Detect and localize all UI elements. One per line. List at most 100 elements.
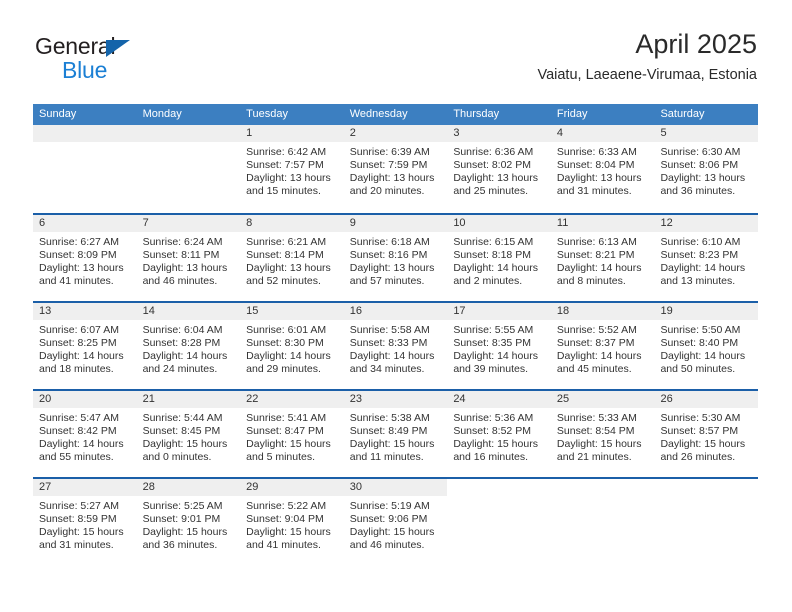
sunrise-text: Sunrise: 6:13 AM (556, 236, 637, 248)
day-cell[interactable]: 19 Sunrise: 5:50 AM Sunset: 8:40 PM Dayligh… (654, 303, 759, 389)
sunset-text: Sunset: 8:49 PM (349, 425, 428, 437)
triangle-logo-icon (106, 40, 130, 57)
weekday-header-row: Sunday Monday Tuesday Wednesday Thursday… (33, 104, 758, 125)
day-detail: Sunrise: 5:50 AM Sunset: 8:40 PM Daylight:… (654, 320, 758, 376)
brand-name-blue: Blue (62, 57, 108, 83)
sunset-text: Sunset: 8:54 PM (556, 425, 635, 437)
day-cell[interactable]: 16 Sunrise: 5:58 AM Sunset: 8:33 PM Dayligh… (343, 303, 448, 389)
sunrise-text: Sunrise: 6:15 AM (453, 236, 534, 248)
sunrise-text: Sunrise: 6:24 AM (142, 236, 223, 248)
sunrise-text: Sunrise: 6:36 AM (453, 146, 534, 158)
day-detail: Sunrise: 6:07 AM Sunset: 8:25 PM Daylight:… (33, 320, 137, 376)
day-cell[interactable]: 13 Sunrise: 6:07 AM Sunset: 8:25 PM Dayligh… (33, 303, 137, 389)
day-number (33, 125, 137, 142)
day-cell[interactable]: 20 Sunrise: 5:47 AM Sunset: 8:42 PM Dayligh… (33, 391, 137, 477)
page-header: General Blue April 2025 Vaiatu, Laeaene-… (0, 0, 792, 100)
day-detail: Sunrise: 6:15 AM Sunset: 8:18 PM Daylight:… (447, 232, 551, 288)
sunset-text: Sunset: 8:04 PM (556, 159, 635, 171)
sunset-text: Sunset: 9:01 PM (142, 513, 221, 525)
day-cell-empty (447, 479, 551, 565)
day-detail: Sunrise: 5:47 AM Sunset: 8:42 PM Daylight:… (33, 408, 137, 464)
daylight-text: Daylight: 13 hours (660, 172, 746, 184)
day-cell[interactable]: 23 Sunrise: 5:38 AM Sunset: 8:49 PM Dayligh… (343, 391, 448, 477)
daylight-text-cont: and 0 minutes. (142, 451, 212, 463)
sunset-text: Sunset: 8:16 PM (349, 249, 428, 261)
day-cell-empty (33, 125, 137, 213)
day-cell[interactable]: 22 Sunrise: 5:41 AM Sunset: 8:47 PM Dayligh… (240, 391, 344, 477)
day-cell[interactable]: 17 Sunrise: 5:55 AM Sunset: 8:35 PM Dayligh… (447, 303, 551, 389)
day-detail: Sunrise: 6:42 AM Sunset: 7:57 PM Daylight:… (240, 142, 344, 198)
day-number: 29 (240, 479, 344, 496)
day-detail: Sunrise: 5:38 AM Sunset: 8:49 PM Daylight:… (344, 408, 448, 464)
day-cell[interactable]: 27 Sunrise: 5:27 AM Sunset: 8:59 PM Dayligh… (33, 479, 137, 565)
daylight-text-cont: and 31 minutes. (39, 539, 114, 551)
daylight-text-cont: and 26 minutes. (660, 451, 736, 463)
sunrise-text: Sunrise: 5:58 AM (349, 324, 430, 336)
daylight-text: Daylight: 15 hours (39, 526, 124, 538)
day-cell[interactable]: 30 Sunrise: 5:19 AM Sunset: 9:06 PM Dayligh… (343, 479, 448, 565)
day-cell[interactable]: 11 Sunrise: 6:13 AM Sunset: 8:21 PM Dayligh… (550, 215, 655, 301)
daylight-text-cont: and 36 minutes. (142, 539, 218, 551)
sunset-text: Sunset: 8:23 PM (660, 249, 739, 261)
daylight-text: Daylight: 14 hours (39, 438, 124, 450)
daylight-text: Daylight: 15 hours (349, 526, 435, 538)
day-cell[interactable]: 15 Sunrise: 6:01 AM Sunset: 8:30 PM Dayligh… (240, 303, 344, 389)
daylight-text: Daylight: 14 hours (660, 262, 746, 274)
day-cell[interactable]: 6 Sunrise: 6:27 AM Sunset: 8:09 PM Daylight… (33, 215, 137, 301)
sunrise-text: Sunrise: 5:55 AM (453, 324, 534, 336)
day-cell[interactable]: 24 Sunrise: 5:36 AM Sunset: 8:52 PM Dayligh… (447, 391, 551, 477)
sunrise-text: Sunrise: 5:25 AM (142, 500, 223, 512)
day-number: 1 (240, 125, 344, 142)
day-cell[interactable]: 14 Sunrise: 6:04 AM Sunset: 8:28 PM Dayligh… (136, 303, 241, 389)
daylight-text: Daylight: 15 hours (142, 438, 228, 450)
day-cell[interactable]: 12 Sunrise: 6:10 AM Sunset: 8:23 PM Dayligh… (654, 215, 759, 301)
day-cell[interactable]: 25 Sunrise: 5:33 AM Sunset: 8:54 PM Dayligh… (550, 391, 655, 477)
day-cell[interactable]: 21 Sunrise: 5:44 AM Sunset: 8:45 PM Dayligh… (136, 391, 241, 477)
day-detail: Sunrise: 5:41 AM Sunset: 8:47 PM Daylight:… (240, 408, 344, 464)
day-detail: Sunrise: 5:58 AM Sunset: 8:33 PM Daylight:… (344, 320, 448, 376)
day-cell[interactable]: 7 Sunrise: 6:24 AM Sunset: 8:11 PM Daylight… (136, 215, 241, 301)
day-number: 9 (343, 215, 448, 232)
day-cell[interactable]: 4 Sunrise: 6:33 AM Sunset: 8:04 PM Daylight… (550, 125, 655, 213)
day-detail: Sunrise: 5:44 AM Sunset: 8:45 PM Daylight:… (137, 408, 241, 464)
day-cell[interactable]: 29 Sunrise: 5:22 AM Sunset: 9:04 PM Dayligh… (240, 479, 344, 565)
day-cell[interactable]: 8 Sunrise: 6:21 AM Sunset: 8:14 PM Daylight… (240, 215, 344, 301)
sunset-text: Sunset: 8:37 PM (556, 337, 635, 349)
sunset-text: Sunset: 8:09 PM (39, 249, 117, 261)
day-cell[interactable]: 3 Sunrise: 6:36 AM Sunset: 8:02 PM Daylight… (447, 125, 551, 213)
day-cell[interactable]: 26 Sunrise: 5:30 AM Sunset: 8:57 PM Dayligh… (654, 391, 759, 477)
sunset-text: Sunset: 8:45 PM (142, 425, 221, 437)
sunrise-text: Sunrise: 6:18 AM (349, 236, 430, 248)
daylight-text: Daylight: 13 hours (349, 262, 435, 274)
day-detail: Sunrise: 6:04 AM Sunset: 8:28 PM Daylight:… (137, 320, 241, 376)
sunset-text: Sunset: 8:14 PM (246, 249, 324, 261)
day-number: 10 (447, 215, 551, 232)
day-number: 24 (447, 391, 551, 408)
sunrise-text: Sunrise: 5:30 AM (660, 412, 741, 424)
day-cell[interactable]: 18 Sunrise: 5:52 AM Sunset: 8:37 PM Dayligh… (550, 303, 655, 389)
weekday-header-monday: Monday (142, 108, 182, 120)
daylight-text: Daylight: 14 hours (142, 350, 228, 362)
sunset-text: Sunset: 8:47 PM (246, 425, 324, 437)
brand-logo[interactable]: General Blue (35, 33, 245, 85)
day-number: 17 (447, 303, 551, 320)
daylight-text-cont: and 46 minutes. (142, 275, 218, 287)
day-number (550, 479, 655, 496)
day-cell[interactable]: 10 Sunrise: 6:15 AM Sunset: 8:18 PM Dayligh… (447, 215, 551, 301)
day-cell[interactable]: 2 Sunrise: 6:39 AM Sunset: 7:59 PM Daylight… (343, 125, 448, 213)
title-block: April 2025 Vaiatu, Laeaene-Virumaa, Esto… (537, 28, 757, 84)
day-cell[interactable]: 9 Sunrise: 6:18 AM Sunset: 8:16 PM Daylight… (343, 215, 448, 301)
day-detail: Sunrise: 6:13 AM Sunset: 8:21 PM Daylight:… (551, 232, 655, 288)
daylight-text: Daylight: 15 hours (246, 526, 331, 538)
daylight-text-cont: and 41 minutes. (246, 539, 321, 551)
sunset-text: Sunset: 8:30 PM (246, 337, 324, 349)
sunrise-text: Sunrise: 6:10 AM (660, 236, 741, 248)
day-number: 21 (136, 391, 241, 408)
day-cell[interactable]: 1 Sunrise: 6:42 AM Sunset: 7:57 PM Daylight… (240, 125, 344, 213)
week-row: 20 Sunrise: 5:47 AM Sunset: 8:42 PM Dayligh… (33, 389, 759, 477)
daylight-text-cont: and 2 minutes. (453, 275, 523, 287)
day-cell[interactable]: 28 Sunrise: 5:25 AM Sunset: 9:01 PM Dayligh… (136, 479, 241, 565)
day-number: 15 (240, 303, 344, 320)
calendar-grid: Sunday Monday Tuesday Wednesday Thursday… (33, 104, 759, 565)
day-cell[interactable]: 5 Sunrise: 6:30 AM Sunset: 8:06 PM Daylight… (654, 125, 759, 213)
